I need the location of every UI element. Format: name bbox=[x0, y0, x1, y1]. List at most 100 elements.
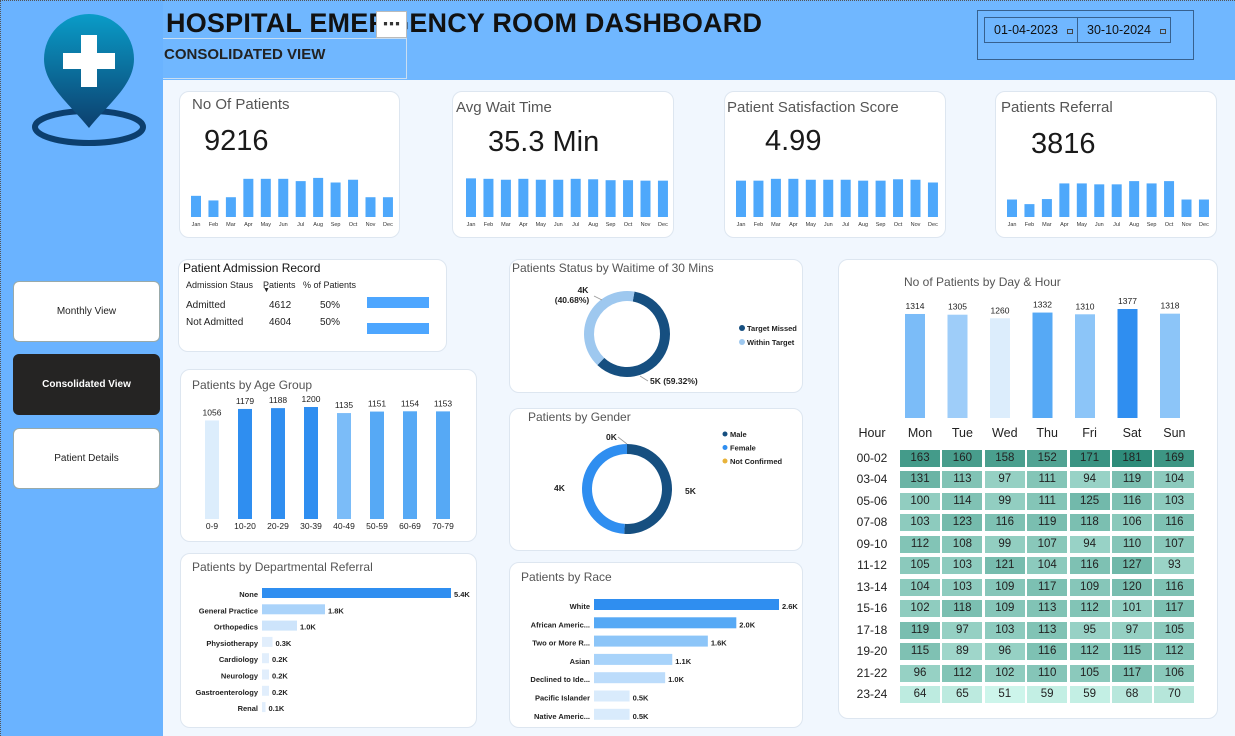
heatmap-cell[interactable]: 96 bbox=[984, 643, 1025, 661]
heatmap-cell[interactable]: 123 bbox=[942, 514, 983, 532]
heatmap-cell[interactable]: 94 bbox=[1069, 535, 1110, 553]
heatmap-cell[interactable]: 106 bbox=[1154, 664, 1195, 682]
heatmap-cell[interactable]: 113 bbox=[1027, 621, 1068, 639]
heatmap-cell[interactable]: 93 bbox=[1154, 557, 1195, 575]
heatmap-cell[interactable]: 104 bbox=[1027, 557, 1068, 575]
heatmap-cell[interactable]: 99 bbox=[984, 492, 1025, 510]
heatmap-cell[interactable]: 112 bbox=[1069, 643, 1110, 661]
heatmap-cell[interactable]: 103 bbox=[900, 514, 940, 532]
heatmap-cell[interactable]: 51 bbox=[984, 685, 1025, 703]
heatmap-cell[interactable]: 181 bbox=[1112, 450, 1152, 467]
heatmap-cell[interactable]: 89 bbox=[942, 643, 983, 661]
heatmap-cell[interactable]: 112 bbox=[1069, 600, 1110, 618]
heatmap-cell[interactable]: 115 bbox=[900, 643, 940, 661]
heatmap-cell[interactable]: 103 bbox=[1154, 492, 1195, 510]
heatmap-cell[interactable]: 94 bbox=[1069, 471, 1110, 489]
heatmap-cell[interactable]: 160 bbox=[942, 450, 983, 467]
heatmap-cell[interactable]: 111 bbox=[1027, 471, 1068, 489]
kpi-card-patients[interactable]: No Of Patients 9216 Jan Feb Mar Apr May Jun Ju… bbox=[179, 91, 400, 238]
date-from-field[interactable]: 01-04-2023 bbox=[984, 17, 1078, 43]
heatmap-cell[interactable]: 112 bbox=[900, 535, 940, 553]
heatmap-cell[interactable]: 109 bbox=[984, 578, 1025, 596]
heatmap-cell[interactable]: 112 bbox=[942, 664, 983, 682]
heatmap-cell[interactable]: 116 bbox=[1154, 578, 1195, 596]
heatmap-cell[interactable]: 59 bbox=[1027, 685, 1068, 703]
heatmap-cell[interactable]: 114 bbox=[942, 492, 983, 510]
heatmap-cell[interactable]: 97 bbox=[942, 621, 983, 639]
heatmap-cell[interactable]: 70 bbox=[1154, 685, 1195, 703]
heatmap-cell[interactable]: 110 bbox=[1027, 664, 1068, 682]
heatmap-cell[interactable]: 117 bbox=[1027, 578, 1068, 596]
kpi-card-satisfaction[interactable]: Patient Satisfaction Score 4.99 Jan Feb Ma… bbox=[724, 91, 946, 238]
heatmap-cell[interactable]: 118 bbox=[942, 600, 983, 618]
heatmap-cell[interactable]: 110 bbox=[1112, 535, 1152, 553]
heatmap-cell[interactable]: 109 bbox=[984, 600, 1025, 618]
heatmap-cell[interactable]: 68 bbox=[1112, 685, 1152, 703]
heatmap-cell[interactable]: 118 bbox=[1069, 514, 1110, 532]
heatmap-cell[interactable]: 99 bbox=[984, 535, 1025, 553]
heatmap-cell[interactable]: 112 bbox=[1154, 643, 1195, 661]
heatmap-cell[interactable]: 117 bbox=[1112, 664, 1152, 682]
more-options-icon[interactable]: ⋯ bbox=[376, 11, 407, 38]
sort-desc-icon[interactable]: ▼ bbox=[263, 287, 270, 294]
heatmap-cell[interactable]: 102 bbox=[900, 600, 940, 618]
heatmap-cell[interactable]: 102 bbox=[984, 664, 1025, 682]
heatmap-cell[interactable]: 100 bbox=[900, 492, 940, 510]
heatmap-cell[interactable]: 116 bbox=[1069, 557, 1110, 575]
heatmap-cell[interactable]: 169 bbox=[1154, 450, 1195, 467]
heatmap-cell[interactable]: 64 bbox=[900, 685, 940, 703]
patient-details-button[interactable]: Patient Details bbox=[13, 428, 160, 489]
heatmap-cell[interactable]: 107 bbox=[1154, 535, 1195, 553]
heatmap-cell[interactable]: 125 bbox=[1069, 492, 1110, 510]
heatmap-cell[interactable]: 131 bbox=[900, 471, 940, 489]
heatmap-cell[interactable]: 106 bbox=[1112, 514, 1152, 532]
heatmap-cell[interactable]: 127 bbox=[1112, 557, 1152, 575]
heatmap-cell[interactable]: 105 bbox=[900, 557, 940, 575]
heatmap-cell[interactable]: 104 bbox=[1154, 471, 1195, 489]
heatmap-cell[interactable]: 104 bbox=[900, 578, 940, 596]
referral-bar bbox=[262, 669, 269, 680]
heatmap-cell[interactable]: 105 bbox=[1154, 621, 1195, 639]
heatmap-cell[interactable]: 97 bbox=[1112, 621, 1152, 639]
heatmap-cell[interactable]: 116 bbox=[1154, 514, 1195, 532]
heatmap-cell[interactable]: 163 bbox=[900, 450, 940, 467]
heatmap-cell[interactable]: 65 bbox=[942, 685, 983, 703]
heatmap-cell[interactable]: 152 bbox=[1027, 450, 1068, 467]
heatmap-cell[interactable]: 109 bbox=[1069, 578, 1110, 596]
heatmap-cell[interactable]: 107 bbox=[1027, 535, 1068, 553]
heatmap-cell[interactable]: 101 bbox=[1112, 600, 1152, 618]
heatmap-cell[interactable]: 120 bbox=[1112, 578, 1152, 596]
heatmap-cell[interactable]: 105 bbox=[1069, 664, 1110, 682]
heatmap-cell[interactable]: 116 bbox=[984, 514, 1025, 532]
heatmap-cell[interactable]: 119 bbox=[900, 621, 940, 639]
calendar-icon[interactable] bbox=[1067, 29, 1073, 34]
heatmap-cell[interactable]: 108 bbox=[942, 535, 983, 553]
heatmap-cell[interactable]: 113 bbox=[942, 471, 983, 489]
heatmap-cell[interactable]: 96 bbox=[900, 664, 940, 682]
heatmap-cell[interactable]: 121 bbox=[984, 557, 1025, 575]
heatmap-cell[interactable]: 103 bbox=[942, 557, 983, 575]
heatmap-cell[interactable]: 117 bbox=[1154, 600, 1195, 618]
heatmap-cell[interactable]: 113 bbox=[1027, 600, 1068, 618]
heatmap-cell[interactable]: 158 bbox=[984, 450, 1025, 467]
heatmap-cell[interactable]: 111 bbox=[1027, 492, 1068, 510]
heatmap-cell[interactable]: 119 bbox=[1027, 514, 1068, 532]
monthly-view-button[interactable]: Monthly View bbox=[13, 281, 160, 342]
kpi-card-wait-time[interactable]: Avg Wait Time 35.3 Min Jan Feb Mar Apr May Ju… bbox=[452, 91, 674, 238]
heatmap-cell[interactable]: 119 bbox=[1112, 471, 1152, 489]
consolidated-view-button[interactable]: Consolidated View bbox=[13, 354, 160, 415]
heatmap-cell[interactable]: 171 bbox=[1069, 450, 1110, 467]
calendar-icon[interactable] bbox=[1160, 29, 1166, 34]
heatmap-cell[interactable]: 116 bbox=[1027, 643, 1068, 661]
heatmap-cell[interactable]: 59 bbox=[1069, 685, 1110, 703]
heatmap-cell[interactable]: 103 bbox=[942, 578, 983, 596]
heatmap-cell[interactable]: 116 bbox=[1112, 492, 1152, 510]
heatmap-cell[interactable]: 115 bbox=[1112, 643, 1152, 661]
heatmap-cell[interactable]: 103 bbox=[984, 621, 1025, 639]
col-header-pct[interactable]: % of Patients bbox=[303, 280, 356, 290]
col-header-status[interactable]: Admission Staus bbox=[186, 280, 253, 290]
kpi-card-referral[interactable]: Patients Referral 3816 Jan Feb Mar Apr May Ju… bbox=[995, 91, 1217, 238]
heatmap-cell[interactable]: 97 bbox=[984, 471, 1025, 489]
heatmap-cell[interactable]: 95 bbox=[1069, 621, 1110, 639]
date-to-field[interactable]: 30-10-2024 bbox=[1077, 17, 1171, 43]
